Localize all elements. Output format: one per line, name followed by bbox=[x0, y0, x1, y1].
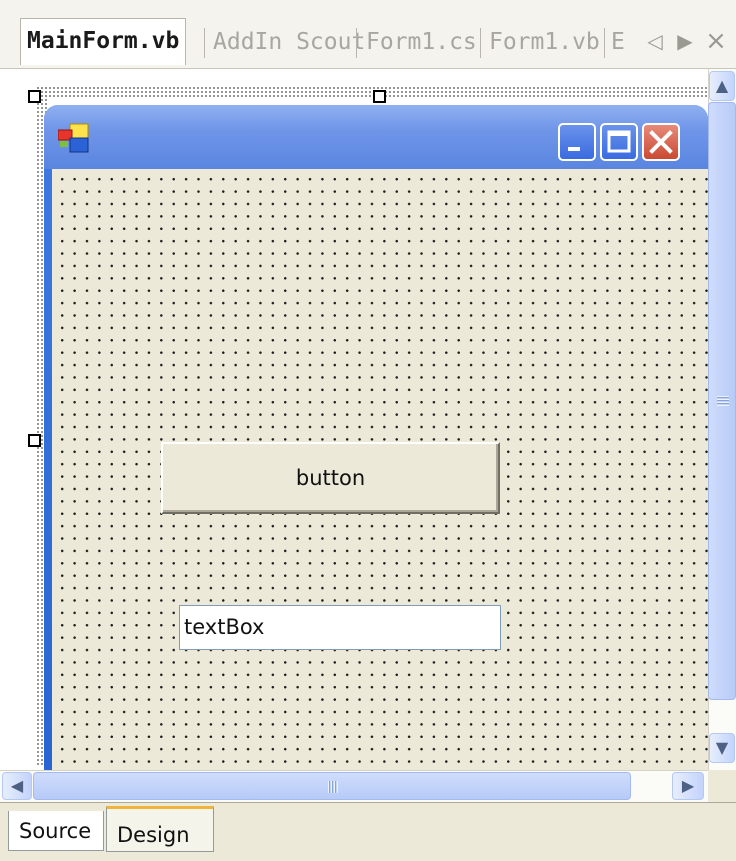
close-icon bbox=[649, 130, 673, 154]
tab-design[interactable]: Design bbox=[106, 806, 214, 852]
scroll-up-icon[interactable]: ▲ bbox=[709, 71, 735, 101]
maximize-icon bbox=[607, 130, 631, 153]
tab-separator bbox=[204, 28, 205, 58]
scroll-right-icon[interactable]: ▶ bbox=[672, 772, 704, 800]
form-window[interactable] bbox=[44, 105, 708, 770]
minimize-icon bbox=[568, 147, 580, 151]
scroll-tabs-right-icon[interactable]: ▶ bbox=[673, 24, 697, 58]
doc-tab-form1-vb[interactable]: Form1.vb bbox=[489, 22, 600, 62]
document-tab-strip: MainForm.vb AddIn Scout Form1.cs Form1.v… bbox=[0, 0, 736, 69]
doc-tab-addin-scout[interactable]: AddIn Scout bbox=[213, 22, 365, 62]
vertical-scroll-thumb[interactable] bbox=[708, 102, 736, 700]
form-button-control[interactable]: button bbox=[161, 442, 500, 514]
form-app-icon bbox=[58, 123, 89, 153]
resize-grip-top-left[interactable] bbox=[28, 90, 41, 103]
horizontal-scroll-thumb[interactable] bbox=[33, 772, 631, 800]
tab-source[interactable]: Source bbox=[8, 811, 104, 851]
tab-separator bbox=[604, 28, 605, 58]
minimize-button[interactable] bbox=[558, 123, 596, 161]
doc-tab-form1-cs[interactable]: Form1.cs bbox=[366, 22, 477, 62]
resize-grip-middle-left[interactable] bbox=[28, 434, 41, 447]
close-document-icon[interactable]: × bbox=[704, 24, 728, 58]
form-title-bar[interactable] bbox=[44, 105, 708, 169]
tab-separator bbox=[480, 28, 481, 58]
doc-tab-e[interactable]: E bbox=[611, 22, 625, 62]
scrollbar-corner bbox=[708, 770, 736, 802]
maximize-button[interactable] bbox=[600, 123, 638, 161]
resize-grip-top-center[interactable] bbox=[373, 90, 386, 103]
close-button[interactable] bbox=[642, 123, 680, 161]
tab-separator bbox=[356, 28, 357, 58]
selection-border-top bbox=[36, 86, 708, 98]
form-textbox-control[interactable]: textBox bbox=[179, 605, 501, 650]
scroll-tabs-left-icon[interactable]: ◁ bbox=[643, 24, 667, 58]
scroll-left-icon[interactable]: ◀ bbox=[2, 772, 32, 800]
scroll-down-icon[interactable]: ▼ bbox=[709, 733, 735, 763]
doc-tab-mainform-vb[interactable]: MainForm.vb bbox=[20, 18, 187, 65]
